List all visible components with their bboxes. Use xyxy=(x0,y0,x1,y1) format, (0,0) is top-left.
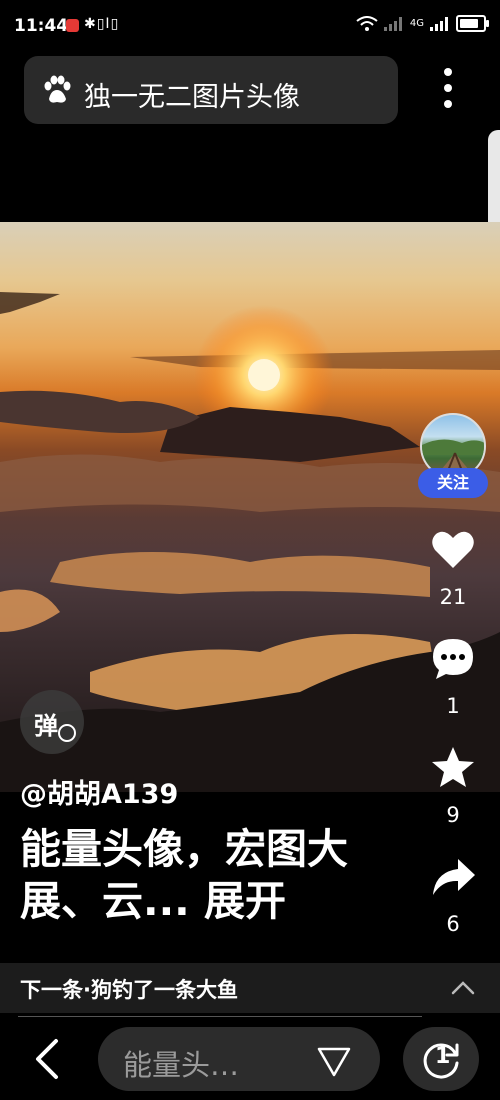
paw-icon xyxy=(44,75,71,103)
status-bar: 11:44 ✱▯Ⅰ▯ 4G xyxy=(0,0,500,50)
author-name[interactable]: @胡胡A139 xyxy=(20,772,178,811)
heart-icon xyxy=(432,531,474,568)
search-query-text: 独一无二图片头像 xyxy=(84,82,300,113)
tab-counter-button[interactable]: 1 xyxy=(403,1027,479,1091)
more-options-icon[interactable] xyxy=(436,66,460,110)
status-right-icons: 4G xyxy=(356,15,489,32)
favorite-action[interactable]: 9 xyxy=(416,745,490,827)
status-time: 11:44 xyxy=(14,16,69,36)
like-action[interactable]: 21 xyxy=(416,527,490,609)
star-icon xyxy=(432,747,474,787)
post-title[interactable]: 能量头像，宏图大展、云... 展开 xyxy=(20,823,400,927)
share-count: 6 xyxy=(446,912,460,936)
danmu-button[interactable]: 弹 xyxy=(20,690,84,754)
chevron-up-icon[interactable] xyxy=(450,975,476,1001)
network-type: 4G xyxy=(409,18,424,29)
tab-counter-value: 1 xyxy=(435,1044,451,1069)
notification-badge-icon xyxy=(66,19,79,32)
status-left-icons: ✱▯Ⅰ▯ xyxy=(84,16,120,32)
divider xyxy=(18,1016,422,1017)
share-action[interactable]: 6 xyxy=(416,854,490,936)
danmu-toggle-icon xyxy=(58,724,76,742)
bottom-search-text: 能量头… xyxy=(123,1048,240,1082)
danmu-label: 弹 xyxy=(34,712,58,740)
favorite-count: 9 xyxy=(446,803,460,827)
follow-button[interactable]: 关注 xyxy=(418,468,488,498)
search-box[interactable]: 独一无二图片头像 xyxy=(24,56,398,124)
next-item-label: 下一条·狗钓了一条大鱼 xyxy=(20,978,238,1002)
next-item-bar[interactable]: 下一条·狗钓了一条大鱼 xyxy=(0,963,500,1013)
battery-icon xyxy=(456,15,489,32)
share-icon xyxy=(433,859,475,895)
filter-icon[interactable] xyxy=(316,1043,352,1079)
wifi-icon xyxy=(356,15,378,31)
back-arrow-icon[interactable] xyxy=(30,1037,66,1081)
comment-icon xyxy=(433,639,473,679)
like-count: 21 xyxy=(439,585,467,609)
bottom-bar: 能量头… 1 xyxy=(0,1020,500,1100)
comment-count: 1 xyxy=(446,694,460,718)
signal-icon xyxy=(383,16,402,31)
comment-action[interactable]: 1 xyxy=(416,636,490,718)
signal-4g-icon xyxy=(430,16,448,31)
bottom-search-pill[interactable]: 能量头… xyxy=(98,1027,380,1091)
